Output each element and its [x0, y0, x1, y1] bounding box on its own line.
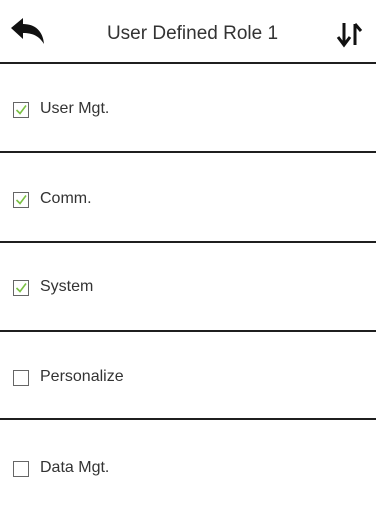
- back-button[interactable]: [8, 16, 48, 50]
- permission-row-system[interactable]: System: [0, 243, 376, 331]
- check-icon: [15, 105, 27, 115]
- permission-label: Data Mgt.: [40, 459, 110, 476]
- permission-row-personalize[interactable]: Personalize: [0, 332, 376, 420]
- checkbox-data-mgt[interactable]: [13, 461, 29, 477]
- sort-arrows-icon: [336, 23, 363, 48]
- header-bar: User Defined Role 1: [0, 0, 376, 64]
- permission-label: Comm.: [40, 190, 92, 207]
- check-icon: [15, 195, 27, 205]
- page-title: User Defined Role 1: [106, 23, 279, 44]
- permission-label: System: [40, 278, 94, 295]
- permission-row-data-mgt[interactable]: Data Mgt.: [0, 420, 376, 508]
- checkbox-user-mgt[interactable]: [13, 102, 29, 118]
- sort-button[interactable]: [334, 18, 366, 50]
- checkbox-comm[interactable]: [13, 192, 29, 208]
- check-icon: [15, 283, 27, 293]
- permission-label: User Mgt.: [40, 100, 110, 117]
- back-arrow-icon: [11, 18, 44, 44]
- checkbox-system[interactable]: [13, 280, 29, 296]
- permission-label: Personalize: [40, 368, 124, 385]
- checkbox-personalize[interactable]: [13, 370, 29, 386]
- role-permissions-screen: User Defined Role 1 User Mgt. Comm. Syst…: [0, 0, 376, 505]
- permission-row-comm[interactable]: Comm.: [0, 153, 376, 241]
- permission-row-user-mgt[interactable]: User Mgt.: [0, 64, 376, 152]
